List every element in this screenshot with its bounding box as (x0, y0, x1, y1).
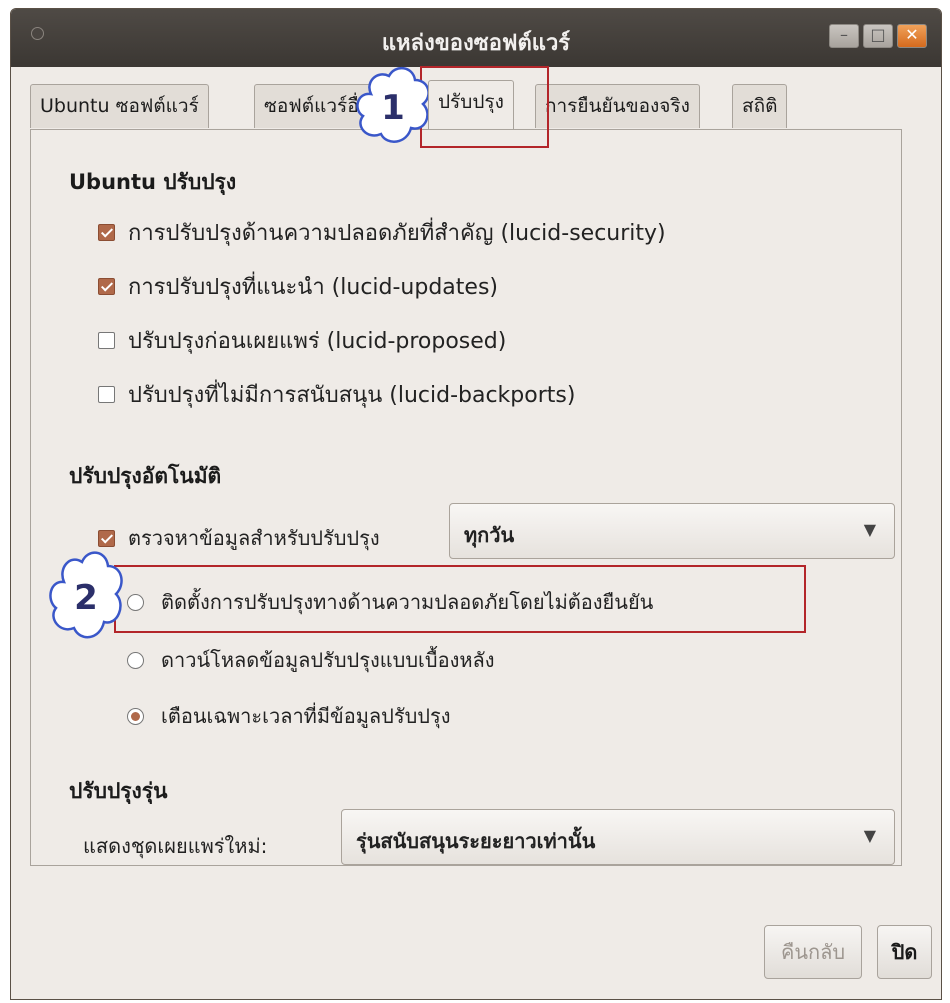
notify-only-radio[interactable] (127, 707, 144, 725)
marker-2-number: 2 (74, 578, 98, 618)
check-updates-row[interactable]: ตรวจหาข้อมูลสำหรับปรับปรุง (98, 522, 380, 554)
release-upgrade-value: รุ่นสนับสนุนระยะยาวเท่านั้น (356, 829, 596, 853)
title-bar[interactable]: แหล่งของซอฟต์แวร์ – □ ✕ (11, 9, 941, 67)
annotation-highlight-option (114, 565, 806, 633)
maximize-button[interactable]: □ (863, 24, 893, 48)
updates-panel: Ubuntu ปรับปรุง การปรับปรุงด้านความปลอดภ… (30, 129, 902, 866)
proposed-updates-label: ปรับปรุงก่อนเผยแพร่ (lucid-proposed) (128, 329, 507, 354)
proposed-updates-row[interactable]: ปรับปรุงก่อนเผยแพร่ (lucid-proposed) (98, 323, 506, 358)
close-button[interactable]: ปิด (877, 925, 932, 979)
revert-button[interactable]: คืนกลับ (764, 925, 862, 979)
ubuntu-updates-heading: Ubuntu ปรับปรุง (69, 170, 237, 194)
annotation-marker-2: 2 (44, 546, 128, 648)
tab-statistics[interactable]: สถิติ (732, 84, 788, 128)
annotation-marker-1: 1 (351, 62, 435, 152)
proposed-updates-checkbox[interactable] (98, 332, 115, 349)
marker-1-number: 1 (381, 88, 405, 128)
close-window-button[interactable]: ✕ (897, 24, 927, 48)
backports-updates-label: ปรับปรุงที่ไม่มีการสนับสนุน (lucid-backp… (128, 383, 576, 408)
download-background-radio[interactable] (127, 651, 144, 669)
window-title: แหล่งของซอฟต์แวร์ (381, 31, 571, 56)
dropdown-arrow-icon: ▼ (863, 826, 876, 845)
recommended-updates-label: การปรับปรุงที่แนะนำ (lucid-updates) (128, 275, 498, 300)
automatic-updates-heading: ปรับปรุงอัตโนมัติ (69, 464, 222, 488)
update-frequency-value: ทุกวัน (464, 523, 515, 547)
download-background-row[interactable]: ดาวน์โหลดข้อมูลปรับปรุงแบบเบื้องหลัง (127, 644, 495, 676)
show-new-release-label: แสดงชุดเผยแพร่ใหม่: (83, 834, 268, 858)
security-updates-label: การปรับปรุงด้านความปลอดภัยที่สำคัญ (luci… (128, 221, 666, 246)
tab-ubuntu-software[interactable]: Ubuntu ซอฟต์แวร์ (30, 84, 209, 128)
backports-updates-checkbox[interactable] (98, 386, 115, 403)
recommended-updates-checkbox[interactable] (98, 278, 115, 295)
release-upgrade-label-row: แสดงชุดเผยแพร่ใหม่: (83, 830, 267, 862)
security-updates-checkbox[interactable] (98, 224, 115, 241)
update-frequency-combo[interactable]: ทุกวัน ▼ (449, 503, 895, 559)
backports-updates-row[interactable]: ปรับปรุงที่ไม่มีการสนับสนุน (lucid-backp… (98, 377, 575, 412)
release-upgrade-combo[interactable]: รุ่นสนับสนุนระยะยาวเท่านั้น ▼ (341, 809, 895, 865)
notify-only-label: เตือนเฉพาะเวลาที่มีข้อมูลปรับปรุง (161, 704, 451, 728)
tab-authentication[interactable]: การยืนยันของจริง (535, 84, 700, 128)
tab-updates[interactable]: ปรับปรุง (428, 80, 514, 129)
security-updates-row[interactable]: การปรับปรุงด้านความปลอดภัยที่สำคัญ (luci… (98, 215, 666, 250)
release-upgrade-heading: ปรับปรุงรุ่น (69, 779, 168, 803)
recommended-updates-row[interactable]: การปรับปรุงที่แนะนำ (lucid-updates) (98, 269, 498, 304)
notify-only-row[interactable]: เตือนเฉพาะเวลาที่มีข้อมูลปรับปรุง (127, 700, 451, 732)
download-background-label: ดาวน์โหลดข้อมูลปรับปรุงแบบเบื้องหลัง (161, 648, 495, 672)
check-updates-label: ตรวจหาข้อมูลสำหรับปรับปรุง (128, 526, 380, 550)
minimize-button[interactable]: – (829, 24, 859, 48)
dropdown-arrow-icon: ▼ (863, 520, 876, 539)
check-updates-checkbox[interactable] (98, 529, 115, 547)
